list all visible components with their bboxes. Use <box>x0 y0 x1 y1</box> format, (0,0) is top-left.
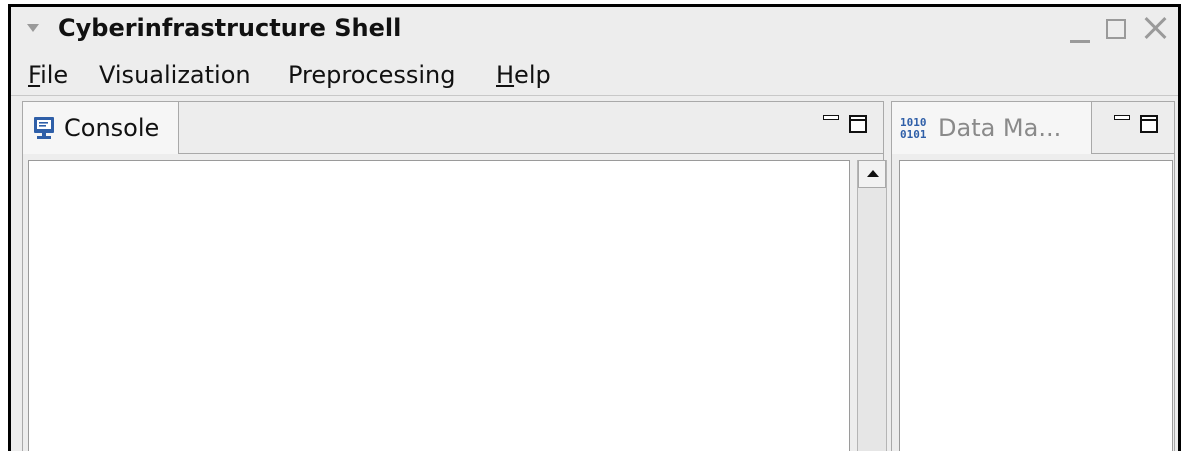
menu-help-label: elp <box>514 61 551 89</box>
console-minimize-icon[interactable] <box>823 115 839 120</box>
scroll-up-arrow-icon[interactable] <box>858 160 886 188</box>
data-manager-view: 1010 0101 Data Ma... <box>891 101 1175 451</box>
console-view: Console <box>22 101 887 451</box>
tab-strip-divider <box>179 153 883 154</box>
tab-strip-divider <box>1092 153 1174 154</box>
menu-bar: File Visualization Preprocessing Help <box>11 51 1178 96</box>
console-maximize-icon[interactable] <box>849 115 867 133</box>
console-vertical-scrollbar[interactable] <box>857 160 887 451</box>
title-bar[interactable]: Cyberinfrastructure Shell <box>11 7 1178 51</box>
menu-visualization[interactable]: Visualization <box>99 61 251 89</box>
maximize-window-icon[interactable] <box>1106 19 1126 39</box>
tab-data-manager[interactable]: 1010 0101 Data Ma... <box>892 102 1092 154</box>
menu-preprocessing[interactable]: Preprocessing <box>288 61 456 89</box>
menu-file[interactable]: File <box>28 61 68 89</box>
binary-data-icon: 1010 0101 <box>900 115 932 141</box>
menu-help-mnemonic: H <box>496 61 515 89</box>
minimize-window-icon[interactable] <box>1070 40 1090 43</box>
window-menu-arrow-icon[interactable] <box>27 24 39 32</box>
app-window: Cyberinfrastructure Shell File Visualiza… <box>8 4 1181 451</box>
menu-help[interactable]: Help <box>496 61 551 89</box>
svg-text:0101: 0101 <box>900 128 927 141</box>
data-manager-minimize-icon[interactable] <box>1114 115 1130 120</box>
menu-file-label: ile <box>40 61 69 89</box>
tab-console[interactable]: Console <box>23 102 179 154</box>
close-window-icon[interactable] <box>1140 13 1170 43</box>
data-manager-list[interactable] <box>899 160 1173 451</box>
console-text-area[interactable] <box>28 160 850 451</box>
tab-data-manager-label: Data Ma... <box>938 114 1062 142</box>
monitor-icon <box>33 115 55 141</box>
tab-console-label: Console <box>64 114 160 142</box>
data-manager-maximize-icon[interactable] <box>1140 115 1158 133</box>
menu-file-mnemonic: F <box>28 61 41 89</box>
window-title: Cyberinfrastructure Shell <box>58 14 402 42</box>
